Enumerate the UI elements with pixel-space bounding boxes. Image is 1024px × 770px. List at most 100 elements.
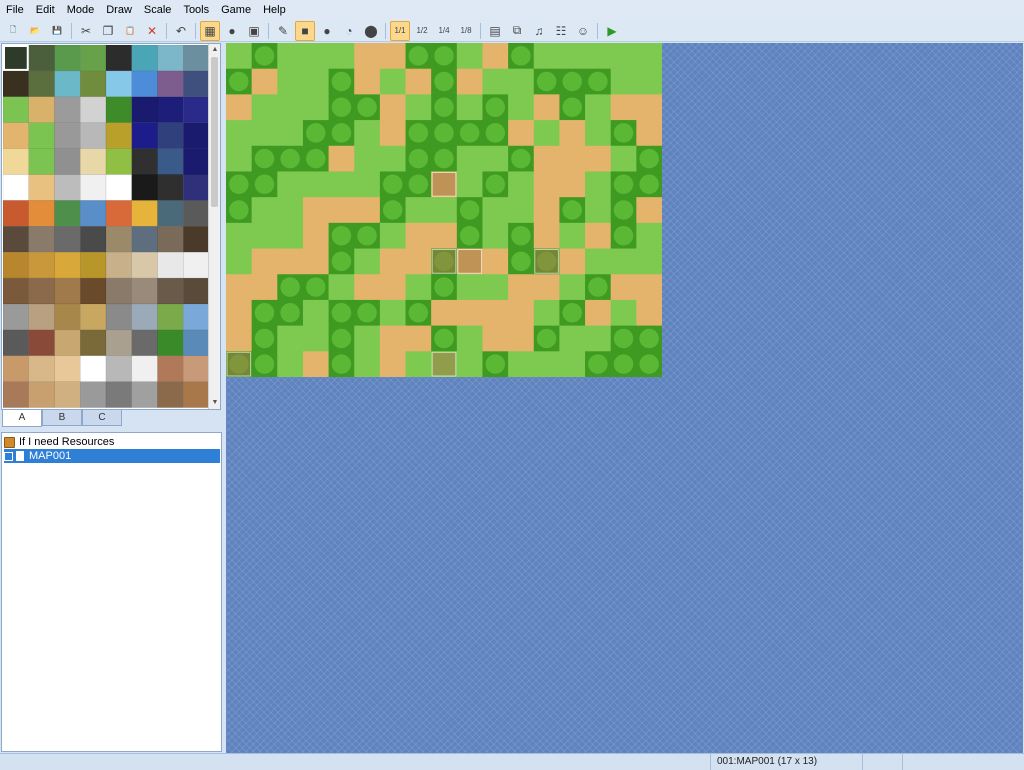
tile-swatch[interactable] — [28, 148, 55, 175]
tile-swatch[interactable] — [157, 122, 184, 149]
tile-swatch[interactable] — [54, 45, 81, 72]
tile-swatch[interactable] — [157, 200, 184, 227]
dirt-tile[interactable] — [533, 222, 560, 250]
map-grid[interactable] — [226, 43, 662, 377]
map-item-map001[interactable]: MAP001 — [4, 449, 220, 463]
scroll-up-icon[interactable]: ▲ — [209, 44, 220, 56]
sound-test-button[interactable]: ♫ — [529, 21, 549, 41]
dirt-tile[interactable] — [636, 299, 662, 327]
dirt-tile[interactable] — [405, 248, 432, 275]
tile-swatch[interactable] — [183, 381, 209, 408]
grass-tile[interactable] — [559, 222, 586, 250]
tile-swatch[interactable] — [28, 45, 55, 72]
grass-tile[interactable] — [354, 171, 381, 198]
scale-1-2-button[interactable]: 1/2 — [412, 21, 432, 41]
tile-swatch[interactable] — [157, 148, 184, 175]
grass-tile[interactable] — [533, 43, 560, 70]
dirt-tile[interactable] — [226, 325, 253, 352]
grass-tile[interactable] — [277, 171, 304, 198]
tile-swatch[interactable] — [157, 355, 184, 382]
grass-tile[interactable] — [559, 325, 586, 352]
dirt-tile[interactable] — [559, 120, 586, 147]
tile-swatch[interactable] — [28, 200, 55, 227]
character-generator-button[interactable]: ☺ — [573, 21, 593, 41]
grass-tile[interactable] — [251, 197, 278, 224]
grass-tile[interactable] — [405, 197, 432, 224]
menu-draw[interactable]: Draw — [100, 0, 138, 20]
dirt-tile[interactable] — [636, 120, 662, 147]
tile-swatch[interactable] — [105, 200, 132, 227]
dirt-tile[interactable] — [533, 171, 560, 198]
dirt-tile[interactable] — [328, 197, 355, 224]
dirt-tile[interactable] — [379, 43, 407, 70]
grass-tile[interactable] — [277, 120, 304, 147]
grass-tile[interactable] — [328, 43, 355, 70]
tile-swatch[interactable] — [157, 96, 184, 123]
tile-swatch[interactable] — [28, 355, 55, 382]
dirt-tile[interactable] — [508, 120, 535, 147]
grass-tile[interactable] — [559, 274, 586, 301]
database-button[interactable]: ▤ — [485, 21, 505, 41]
dirt-tile[interactable] — [379, 325, 407, 352]
grass-tile[interactable] — [636, 68, 662, 95]
dirt-tile[interactable] — [431, 222, 458, 250]
grass-tile[interactable] — [456, 94, 483, 121]
grass-tile[interactable] — [328, 274, 355, 301]
tile-swatch[interactable] — [157, 329, 184, 357]
dirt-tile[interactable] — [251, 248, 278, 275]
grass-tile[interactable] — [277, 94, 304, 121]
grass-tile[interactable] — [354, 120, 381, 147]
grass-tile[interactable] — [610, 43, 637, 70]
tile-swatch[interactable] — [3, 355, 29, 382]
tile-swatch[interactable] — [105, 251, 132, 279]
dirt-tile[interactable] — [405, 68, 432, 95]
copy-button[interactable]: ❐ — [98, 21, 118, 41]
tile-swatch[interactable] — [131, 355, 158, 382]
tile-swatch[interactable] — [28, 381, 55, 408]
scale-1-8-button[interactable]: 1/8 — [456, 21, 476, 41]
dirt-tile[interactable] — [302, 351, 330, 377]
grass-tile[interactable] — [251, 94, 278, 121]
grass-tile[interactable] — [508, 197, 535, 224]
dirt-tile[interactable] — [226, 274, 253, 301]
grass-tile[interactable] — [559, 351, 586, 377]
tile-swatch[interactable] — [105, 226, 132, 253]
menu-scale[interactable]: Scale — [138, 0, 178, 20]
grass-tile[interactable] — [585, 325, 612, 352]
dirt-tile[interactable] — [559, 248, 586, 275]
tile-swatch[interactable] — [28, 329, 55, 357]
menu-file[interactable]: File — [0, 0, 30, 20]
event-marker[interactable] — [431, 351, 457, 377]
tile-swatch[interactable] — [131, 200, 158, 227]
event-marker[interactable] — [431, 171, 457, 197]
dirt-tile[interactable] — [559, 171, 586, 198]
tile-swatch[interactable] — [80, 355, 107, 382]
shadow-pen-button[interactable]: ⬤ — [361, 21, 381, 41]
tile-swatch[interactable] — [80, 200, 107, 227]
cut-button[interactable]: ✂ — [76, 21, 96, 41]
tile-swatch[interactable] — [131, 96, 158, 123]
tile-swatch[interactable] — [105, 148, 132, 175]
tile-swatch[interactable] — [80, 226, 107, 253]
tile-swatch[interactable] — [28, 303, 55, 331]
tile-swatch[interactable] — [3, 96, 29, 123]
tile-swatch[interactable] — [3, 122, 29, 149]
grass-tile[interactable] — [610, 68, 637, 95]
delete-button[interactable]: ✕ — [142, 21, 162, 41]
tile-swatch[interactable] — [157, 45, 184, 72]
dirt-tile[interactable] — [226, 94, 253, 121]
grass-tile[interactable] — [585, 171, 612, 198]
grass-tile[interactable] — [585, 248, 612, 275]
scale-1-1-button[interactable]: 1/1 — [390, 20, 410, 41]
tile-swatch[interactable] — [105, 329, 132, 357]
dirt-tile[interactable] — [302, 248, 330, 275]
map-mode-button[interactable]: ▦ — [200, 20, 220, 41]
tile-swatch[interactable] — [54, 277, 81, 305]
grass-tile[interactable] — [379, 68, 407, 95]
tab-c[interactable]: C — [82, 410, 122, 426]
grass-tile[interactable] — [585, 120, 612, 147]
tile-swatch[interactable] — [3, 329, 29, 357]
tile-swatch[interactable] — [80, 277, 107, 305]
dirt-tile[interactable] — [585, 299, 612, 327]
plugin-manager-button[interactable]: ⧉ — [507, 21, 527, 41]
